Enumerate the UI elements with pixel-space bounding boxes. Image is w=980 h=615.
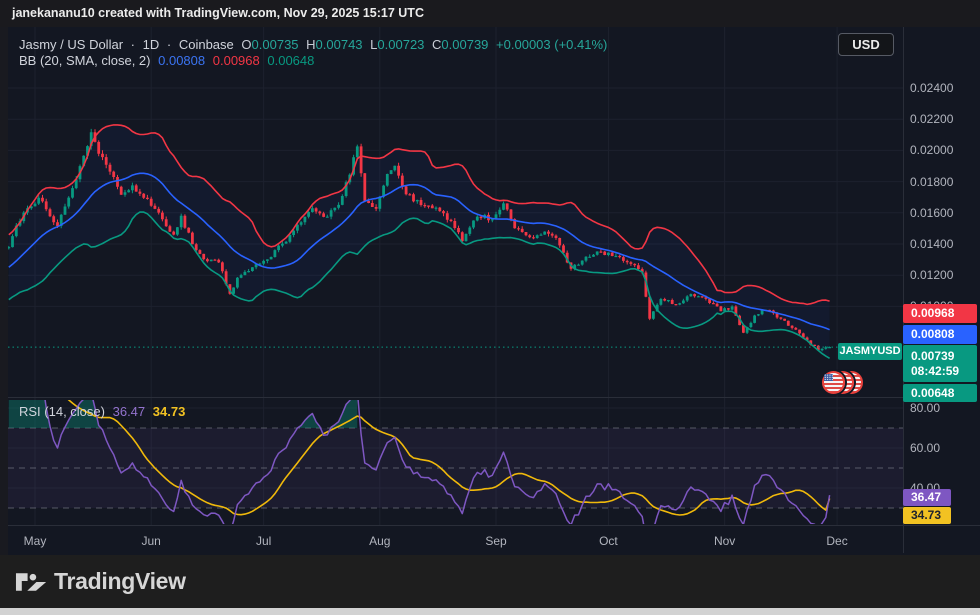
change-value: +0.00003 (+0.41%) xyxy=(496,37,607,52)
symbol-price-label: JASMYUSD xyxy=(838,343,902,360)
open-value: 0.00735 xyxy=(252,37,299,52)
interval-label[interactable]: 1D xyxy=(143,37,160,52)
high-key: H xyxy=(306,37,315,52)
time-axis-label: Aug xyxy=(364,533,396,549)
flag-stickers-icon xyxy=(822,371,864,395)
time-axis-label: Oct xyxy=(592,533,624,549)
close-key: C xyxy=(432,37,441,52)
tradingview-logo-text[interactable]: TradingView xyxy=(54,568,186,595)
last-price-tag: 0.0073908:42:59 xyxy=(903,345,977,382)
tradingview-widget: janekananu10 created with TradingView.co… xyxy=(0,0,980,615)
page-bottom-strip xyxy=(0,608,980,615)
low-value: 0.00723 xyxy=(377,37,424,52)
watermark-bar: janekananu10 created with TradingView.co… xyxy=(0,0,980,27)
rsi-value: 36.47 xyxy=(113,404,146,419)
currency-label: USD xyxy=(852,37,879,52)
time-axis-label: Nov xyxy=(709,533,741,549)
price-chart-canvas[interactable] xyxy=(0,0,980,615)
close-value: 0.00739 xyxy=(441,37,488,52)
price-axis-tick: 0.01600 xyxy=(910,205,953,221)
price-axis-tick: 0.02000 xyxy=(910,142,953,158)
rsi-ma-tag: 34.73 xyxy=(903,507,951,524)
exchange-label: Coinbase xyxy=(179,37,234,52)
legend-separator: · xyxy=(131,37,135,52)
price-axis-tick: 0.01200 xyxy=(910,267,953,283)
us-flag-icon xyxy=(822,371,845,394)
open-key: O xyxy=(241,37,251,52)
chart-left-margin xyxy=(0,27,8,555)
bb-upper-value: 0.00968 xyxy=(213,53,260,68)
rsi-label[interactable]: RSI (14, close) xyxy=(19,404,105,419)
bb-basis-tag: 0.00808 xyxy=(903,325,977,344)
bb-lower-tag: 0.00648 xyxy=(903,384,977,402)
price-axis-tick: 0.02200 xyxy=(910,111,953,127)
price-axis-tick: 0.01400 xyxy=(910,236,953,252)
legend-separator: · xyxy=(167,37,171,52)
bb-upper-tag: 0.00968 xyxy=(903,304,977,323)
price-axis-tick: 0.01800 xyxy=(910,174,953,190)
time-axis-label: May xyxy=(19,533,51,549)
symbol-price-label-text: JASMYUSD xyxy=(839,345,900,357)
tradingview-logo-icon[interactable] xyxy=(15,570,46,594)
rsi-axis-tick: 60.00 xyxy=(910,440,940,456)
bb-basis-value: 0.00808 xyxy=(158,53,205,68)
time-axis-label: Jul xyxy=(248,533,280,549)
rsi-ma-value: 34.73 xyxy=(153,404,186,419)
rsi-value-tag: 36.47 xyxy=(903,489,951,506)
high-value: 0.00743 xyxy=(316,37,363,52)
rsi-indicator-legend[interactable]: RSI (14, close) 36.47 34.73 xyxy=(19,404,189,419)
time-axis-label: Sep xyxy=(480,533,512,549)
time-axis-label: Jun xyxy=(135,533,167,549)
symbol-title[interactable]: Jasmy / US Dollar xyxy=(19,37,123,52)
bb-lower-value: 0.00648 xyxy=(267,53,314,68)
price-axis-tick: 0.02400 xyxy=(910,80,953,96)
time-axis-label: Dec xyxy=(821,533,853,549)
footer-bar: TradingView xyxy=(0,555,980,608)
watermark-text: janekananu10 created with TradingView.co… xyxy=(12,6,424,20)
currency-toggle-button[interactable]: USD xyxy=(838,33,894,56)
bb-indicator-legend[interactable]: BB (20, SMA, close, 2) 0.00808 0.00968 0… xyxy=(19,53,318,68)
rsi-axis-tick: 80.00 xyxy=(910,400,940,416)
symbol-legend[interactable]: Jasmy / US Dollar · 1D · Coinbase O0.007… xyxy=(19,37,611,52)
bb-label[interactable]: BB (20, SMA, close, 2) xyxy=(19,53,151,68)
